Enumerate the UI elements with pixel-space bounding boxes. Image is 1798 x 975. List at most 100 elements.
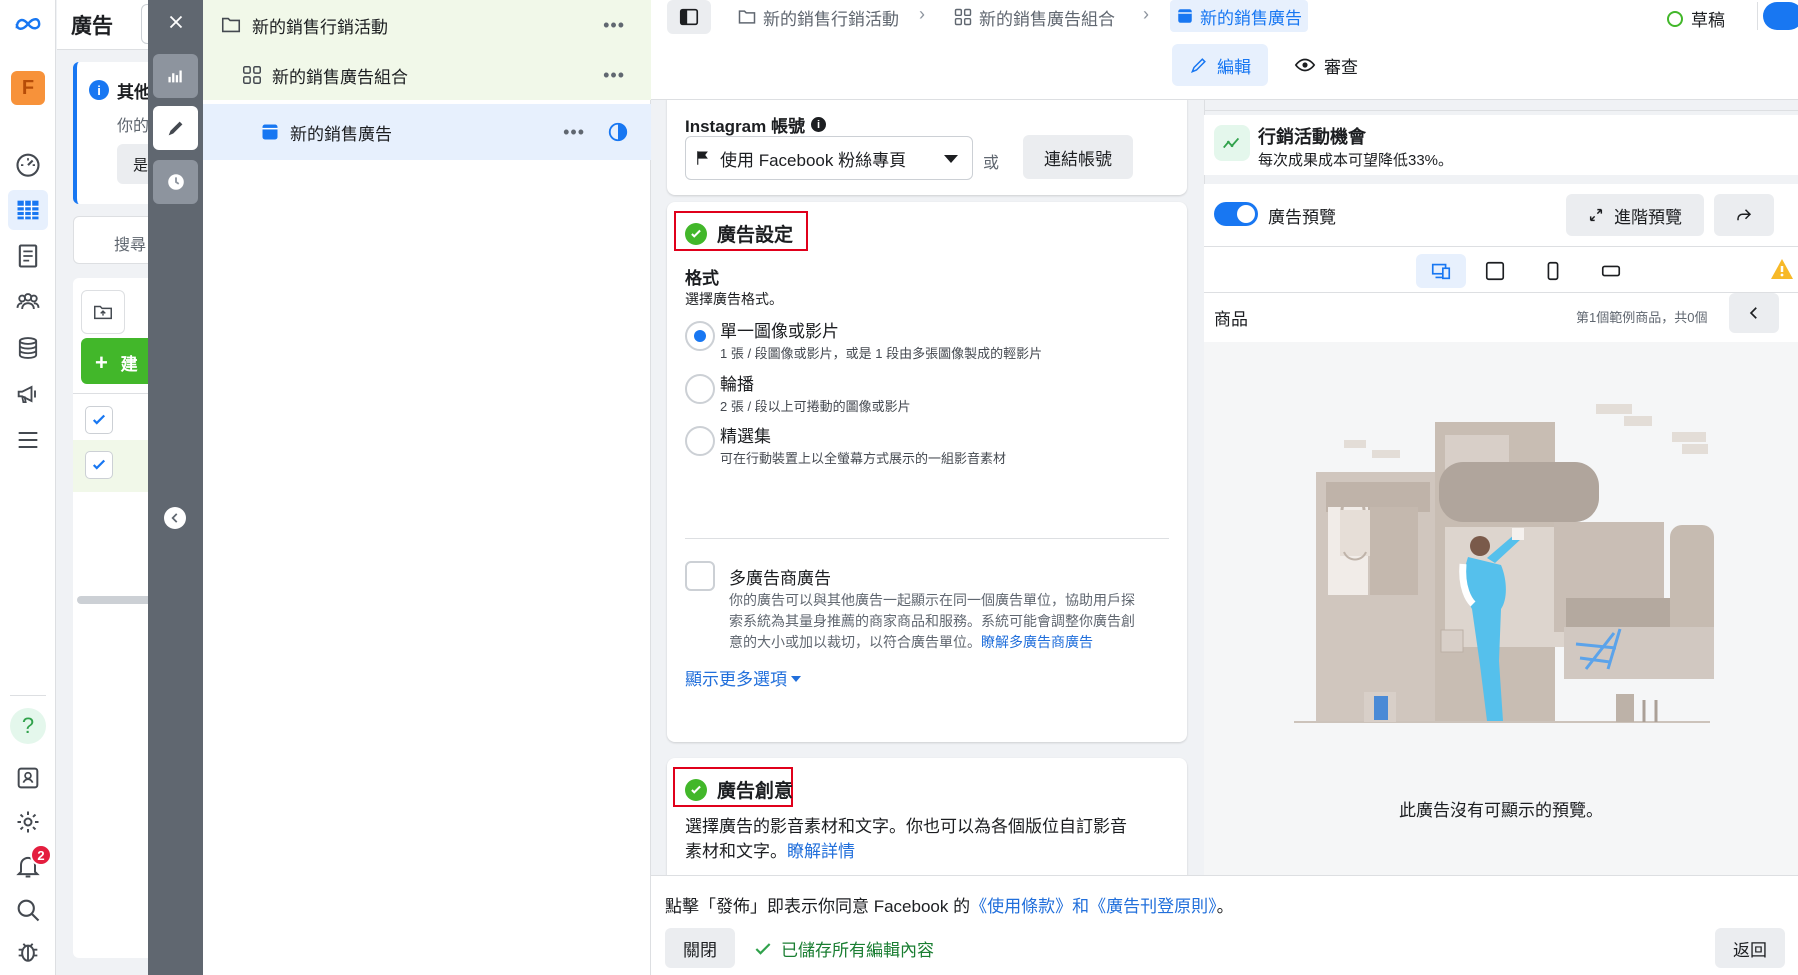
- no-preview-message: 此廣告沒有可顯示的預覽。: [1399, 801, 1603, 820]
- tree-row-adset[interactable]: 新的銷售廣告組合 •••: [203, 50, 651, 100]
- product-bar: 商品 第1個範例商品，共0個: [1204, 292, 1798, 342]
- terms-link[interactable]: 《使用條款》和《廣告刊登原則》: [970, 897, 1217, 916]
- editor-toolbar: [148, 0, 203, 975]
- draft-status: 草稿: [1667, 6, 1725, 31]
- breadcrumb-campaign[interactable]: 新的銷售行銷活動: [737, 2, 899, 32]
- editor-header: 新的銷售行銷活動 › 新的銷售廣告組合 › 新的銷售廣告 草稿 編輯 審查: [651, 0, 1798, 100]
- settings-gear-icon[interactable]: [8, 802, 48, 842]
- tree-row-ad[interactable]: 新的銷售廣告 •••: [203, 104, 651, 160]
- phone-icon: [1547, 261, 1559, 281]
- folder-icon: [738, 10, 756, 24]
- ad-name: 新的銷售廣告: [290, 124, 392, 144]
- multi-advertiser-checkbox[interactable]: [685, 561, 715, 591]
- opportunity-title: 行銷活動機會: [1258, 127, 1366, 147]
- toggle-sidebar-button[interactable]: [667, 0, 711, 34]
- info-icon: i: [89, 80, 109, 100]
- opportunity-card[interactable]: 行銷活動機會 每次成果成本可望降低33%。: [1204, 115, 1798, 175]
- breadcrumb-adset[interactable]: 新的銷售廣告組合: [953, 2, 1115, 32]
- bug-report-icon[interactable]: [8, 932, 48, 972]
- breadcrumb-ad-label: 新的銷售廣告: [1200, 8, 1302, 28]
- breadcrumb-ad[interactable]: 新的銷售廣告: [1170, 0, 1308, 32]
- creative-desc-line: 素材和文字。: [685, 842, 787, 861]
- terms-prefix: 點擊「發佈」即表示你同意 Facebook 的: [665, 897, 971, 916]
- advanced-preview-button[interactable]: 進階預覽: [1566, 194, 1704, 236]
- collapse-chevron-icon[interactable]: [164, 507, 186, 529]
- row-checkbox[interactable]: [85, 451, 113, 479]
- learn-more-link[interactable]: 瞭解詳情: [787, 842, 855, 861]
- publish-toggle[interactable]: [1763, 2, 1798, 30]
- history-clock-button[interactable]: [153, 160, 198, 204]
- more-options-icon[interactable]: •••: [603, 15, 625, 36]
- draft-circle-icon: [1667, 10, 1683, 27]
- pencil-icon: [1190, 58, 1206, 74]
- checkmark-icon: [755, 942, 771, 955]
- format-option-description: 1 張 / 段圖像或影片，或是 1 段由多張圖像製成的輕影片: [720, 346, 1043, 361]
- warning-icon[interactable]: [1770, 258, 1794, 284]
- prev-product-button[interactable]: [1729, 293, 1779, 333]
- connect-account-button[interactable]: 連結帳號: [1023, 135, 1133, 179]
- close-button[interactable]: 關閉: [665, 928, 735, 968]
- billing-database-icon[interactable]: [8, 328, 48, 368]
- ads-manager-table-icon[interactable]: [8, 190, 48, 230]
- or-text: 或: [983, 155, 1000, 172]
- ad-icon: [262, 124, 278, 140]
- eye-icon: [1294, 58, 1316, 72]
- back-button[interactable]: 返回: [1715, 928, 1785, 968]
- more-options-icon[interactable]: •••: [603, 65, 625, 86]
- format-radio[interactable]: [685, 426, 715, 456]
- terms-suffix: 。: [1216, 897, 1234, 916]
- multi-desc-line: 索系統為其量身推薦的商家商品和服務。系統可能會調整你廣告創: [729, 613, 1135, 629]
- adset-name: 新的銷售廣告組合: [272, 67, 408, 87]
- share-preview-button[interactable]: [1714, 194, 1774, 236]
- format-radio[interactable]: [685, 374, 715, 404]
- ad-preview-column: 行銷活動機會 每次成果成本可望降低33%。 廣告預覽 進階預覽 商品 第1個範例…: [1204, 100, 1798, 875]
- folder-icon[interactable]: [81, 290, 125, 334]
- show-more-options-link[interactable]: 顯示更多選項: [685, 665, 801, 690]
- half-circle-status-icon: [608, 122, 628, 142]
- dashboard-gauge-icon[interactable]: [8, 144, 48, 184]
- ad-creative-header: 廣告創意: [685, 776, 793, 803]
- clock-icon: [167, 174, 184, 190]
- share-icon: [1737, 209, 1752, 221]
- tab-edit[interactable]: 編輯: [1172, 44, 1268, 86]
- megaphone-icon[interactable]: [8, 374, 48, 414]
- ad-preview-toggle[interactable]: [1214, 202, 1258, 226]
- reporting-chart-button[interactable]: [153, 54, 198, 98]
- chevron-left-icon: [1749, 307, 1757, 319]
- draft-status-label: 草稿: [1691, 11, 1725, 30]
- creative-description: 選擇廣告的影音素材和文字。你也可以為各個版位自訂影音 素材和文字。瞭解詳情: [685, 814, 1175, 864]
- product-count: 第1個範例商品，共0個: [1576, 310, 1708, 325]
- tab-review[interactable]: 審查: [1286, 44, 1366, 86]
- adset-grid-icon: [243, 66, 261, 84]
- meta-logo-icon[interactable]: [8, 4, 48, 44]
- search-icon[interactable]: [8, 890, 48, 930]
- help-question-icon[interactable]: ?: [8, 706, 48, 746]
- audiences-icon[interactable]: [8, 282, 48, 322]
- preview-square-button[interactable]: [1482, 258, 1508, 284]
- ad-creative-title: 廣告創意: [717, 781, 794, 802]
- info-icon[interactable]: i: [810, 117, 826, 132]
- preview-all-placements-button[interactable]: [1416, 254, 1466, 288]
- multi-desc-line: 意的大小或加以裁切，以符合廣告單位。: [729, 634, 981, 650]
- learn-multi-advertiser-link[interactable]: 瞭解多廣告商廣告: [981, 634, 1093, 650]
- account-avatar[interactable]: F: [8, 68, 48, 108]
- tree-row-campaign[interactable]: 新的銷售行銷活動 •••: [203, 0, 651, 50]
- contact-card-icon[interactable]: [8, 758, 48, 798]
- instagram-account-select[interactable]: 使用 Facebook 粉絲專頁: [685, 136, 973, 180]
- format-option-title: 輪播: [720, 375, 754, 394]
- close-editor-button[interactable]: [153, 0, 198, 44]
- preview-horizontal-button[interactable]: [1598, 258, 1624, 284]
- menu-hamburger-icon[interactable]: [8, 420, 48, 460]
- dropdown-caret-icon: [944, 155, 958, 163]
- notifications-bell-icon[interactable]: 2: [8, 844, 52, 886]
- more-options-icon[interactable]: •••: [563, 122, 585, 143]
- pages-icon[interactable]: [8, 236, 48, 276]
- bar-chart-icon: [167, 70, 182, 83]
- landscape-icon: [1601, 265, 1621, 277]
- preview-vertical-button[interactable]: [1540, 258, 1566, 284]
- caret-down-icon: [791, 675, 801, 682]
- edit-pencil-button[interactable]: [153, 106, 198, 150]
- format-radio[interactable]: [685, 321, 715, 351]
- ad-form-column: Instagram 帳號 i 使用 Facebook 粉絲專頁 或 連結帳號 廣…: [651, 100, 1204, 875]
- row-checkbox[interactable]: [85, 406, 113, 434]
